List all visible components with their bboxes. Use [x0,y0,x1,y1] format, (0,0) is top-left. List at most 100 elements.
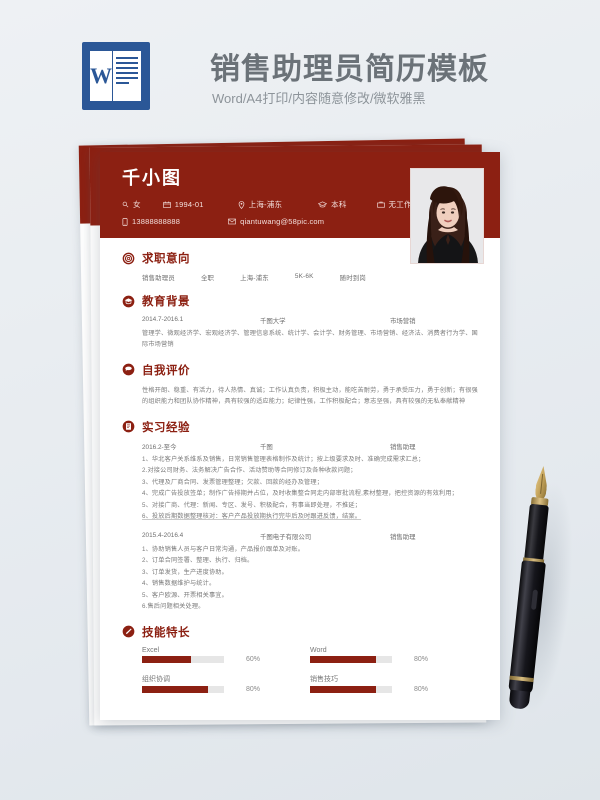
skill-label: 组织协调 [142,675,170,683]
pen-end-cap [508,689,531,710]
skill-bar-row: 60% [142,655,310,663]
mail-icon [228,218,236,225]
pen-grip [524,503,549,562]
self-evaluation-text: 性格开朗、稳重、有活力，待人热情、真诚；工作认真负责，积极主动，能吃苦耐劳，勇于… [142,386,478,406]
experience-company: 千图电子有限公司 [260,533,312,541]
resume-body: 求职意向 销售助理员 全职 上海-浦东 5K-6K 随时到岗 教育背景 2014… [100,238,500,704]
meta-birthdate-label: 1994-01 [174,200,204,209]
section-self-evaluation: 自我评价 性格开朗、稳重、有活力，待人热情、真诚；工作认真负责，积极主动，能吃苦… [122,362,478,408]
skill-percent: 80% [414,685,429,693]
word-logo-fold: W [90,51,112,101]
meta-email-label: qiantuwang@58pic.com [240,217,325,226]
education-school: 千图大学 [260,318,286,325]
word-logo: W [82,42,150,110]
objective-availability: 随时到岗 [339,275,366,282]
skill-track [142,655,224,663]
experience-period: 2015.4-2016.4 [142,531,184,539]
meta-location: 上海-浦东 [238,199,283,210]
education-cap-icon [318,201,328,208]
skill-item: Word 80% [310,647,478,663]
education-major: 市场营销 [390,318,416,325]
section-self-evaluation-content: 性格开朗、稳重、有活力，待人热情、真诚；工作认真负责，积极主动，能吃苦耐劳，勇于… [122,385,478,408]
skill-fill [310,655,376,663]
resume-header: 千小图 女 1994-01 上海-浦东 本科 无工作经验 13888888888… [100,152,500,264]
experience-role: 销售助理 [390,533,416,541]
meta-location-label: 上海-浦东 [248,200,283,209]
section-skills-title: 技能特长 [142,626,190,639]
meta-email: qiantuwang@58pic.com [228,217,324,226]
education-period: 2014.7-2016.1 [142,316,184,323]
banner-title: 销售助理员简历模板 [210,53,489,86]
banner-subtitle: Word/A4打印/内容随意修改/微软雅黑 [212,91,426,106]
pen-badge-icon [122,625,135,638]
section-education-content: 2014.7-2016.1 千图大学 市场营销 管理学、微观经济学、宏观经济学、… [122,316,478,351]
calendar-icon [162,201,171,208]
pen-nib [534,465,548,500]
experience-bullet: 5、客户欧源、开票相关事宜。 [142,591,228,599]
gender-icon [122,201,129,208]
promo-banner: W 销售助理员简历模板 Word/A4打印/内容随意修改/微软雅黑 [0,0,600,130]
meta-birthdate: 1994-01 [162,200,204,209]
experience-bullet: 1、华北客户关系维系及销售，日常销售管理表格制作及统计；按上级要求及时、准确完成… [142,455,425,463]
skill-track [310,655,392,663]
section-education-title: 教育背景 [142,296,190,308]
experience-period: 2016.2-至今 [142,443,177,451]
doc-line [116,77,138,79]
skill-fill [142,685,208,693]
experience-job: 2016.2-至今 千图 销售助理 1、华北客户关系维系及销售，日常销售管理表格… [142,442,478,523]
experience-bullet: 1、协助销售人员与客户日常沟通，产品报价跟单及对账。 [142,545,305,553]
pen-notch [530,589,539,610]
experience-job-header: 2015.4-2016.4 千图电子有限公司 销售助理 [142,532,478,541]
skill-fill [310,685,376,693]
doc-line [116,67,138,69]
meta-phone-label: 13888888888 [132,217,181,226]
section-experience-header: 实习经验 [122,419,478,435]
meta-gender-label: 女 [133,200,141,209]
phone-icon [122,217,128,226]
skill-label: Word [310,646,327,654]
experience-bullet: 6、投放后期数据整理核对：客户产品投放期执行完毕后及时跟进反馈，结案。 [142,513,362,521]
objective-type: 全职 [200,275,215,282]
experience-bullet: 2、订单合同签署、整理、执行、归档。 [142,557,254,565]
graduation-cap-icon [122,295,135,308]
doc-line [116,62,138,64]
education-courses: 管理学、微观经济学、宏观经济学、管理信息系统、统计学、会计学、财务管理、市场营销… [142,330,478,349]
objective-salary: 5K-6K [294,273,314,280]
experience-bullet: 4、完成广告投放签单；制作广告排期并占位，及时收集整合同走内部审批流程,素材整理… [142,490,458,498]
skill-bar-row: 80% [142,685,310,693]
skill-track [310,685,392,693]
candidate-photo [410,168,484,264]
skill-item: 组织协调 80% [142,674,310,693]
experience-bullet: 4、销售数据维护与统计。 [142,580,216,588]
section-education: 教育背景 2014.7-2016.1 千图大学 市场营销 管理学、微观经济学、宏… [122,293,478,351]
section-experience: 实习经验 2016.2-至今 千图 销售助理 1、华北客户关系维系及销售，日常销… [122,419,478,613]
word-logo-document [113,51,141,101]
skill-bar-row: 80% [310,655,478,663]
experience-bullet: 2.对接公司财务、法务解决广告合作、活动赞助等合同修订及各种收款问题； [142,467,357,475]
meta-phone: 13888888888 [122,217,180,226]
experience-bullet: 5、对接广商、代理：新闻、专区、发号、积极配合，有事当即处理，不推延； [142,501,362,509]
section-skills-header: 技能特长 [122,624,478,640]
skill-percent: 60% [246,655,261,663]
meta-degree: 本科 [318,199,346,210]
location-icon [238,200,245,209]
word-logo-letter: W [90,63,112,88]
experience-role: 销售助理 [390,443,416,451]
briefcase-icon [376,201,385,208]
skill-fill [142,655,192,663]
education-row: 2014.7-2016.1 千图大学 市场营销 [142,316,478,325]
skill-track [142,685,224,693]
skill-item: Excel 60% [142,647,310,663]
experience-bullet: 3、代理及厂商合同、发票管理整理；欠款、回款的经办及管理； [142,478,324,486]
doc-line [116,82,130,84]
experience-company: 千图 [260,443,273,451]
section-experience-title: 实习经验 [142,421,190,434]
section-skills-content: Excel 60% Word 80% 组织协调 80% 销售技巧 80% [122,647,478,704]
skills-grid: Excel 60% Word 80% 组织协调 80% 销售技巧 80% [142,647,478,704]
experience-job-header: 2016.2-至今 千图 销售助理 [142,442,478,451]
section-education-header: 教育背景 [122,293,478,309]
section-skills: 技能特长 Excel 60% Word 80% 组织协调 80% 销售技巧 80… [122,624,478,704]
chat-bubble-icon [122,363,135,376]
objective-items: 销售助理员 全职 上海-浦东 5K-6K 随时到岗 [142,273,478,282]
skill-label: Excel [142,646,160,654]
